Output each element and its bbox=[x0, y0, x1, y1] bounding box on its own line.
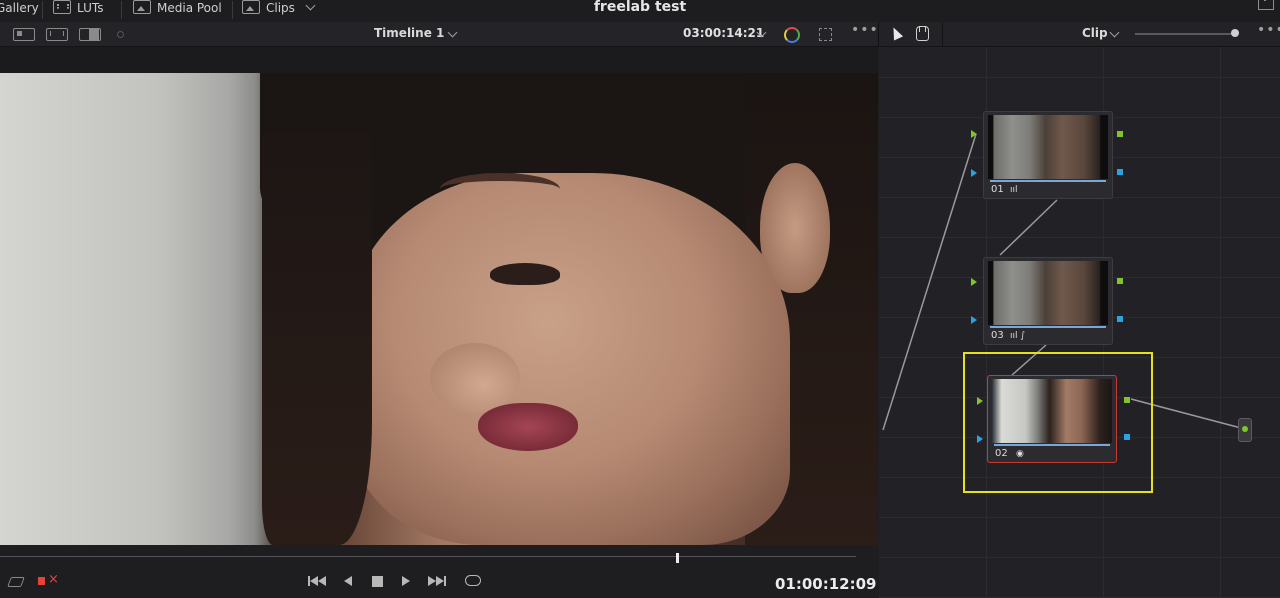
node-tools-icon: ◉ bbox=[1016, 449, 1024, 459]
node-mode-select[interactable]: Clip bbox=[1082, 26, 1108, 40]
rgb-input-port[interactable] bbox=[971, 278, 977, 286]
transport-controls bbox=[0, 566, 878, 598]
image-region bbox=[478, 403, 578, 451]
source-timecode: 03:00:14:21 bbox=[683, 26, 765, 40]
top-toolbar: Gallery LUTs Media Pool Clips freelab te… bbox=[0, 0, 1280, 23]
node-divider bbox=[990, 326, 1106, 328]
split-view-icon[interactable] bbox=[13, 28, 35, 41]
rgb-input-port[interactable] bbox=[971, 130, 977, 138]
rgb-output-port[interactable] bbox=[1124, 397, 1130, 403]
layers-icon[interactable] bbox=[7, 577, 25, 587]
play-reverse-icon[interactable] bbox=[344, 576, 352, 586]
node-03[interactable]: 03 ııl ∫ bbox=[983, 257, 1113, 345]
node-label: 01 bbox=[991, 184, 1004, 195]
stop-icon[interactable] bbox=[372, 576, 383, 587]
node-divider bbox=[990, 180, 1106, 182]
node-editor-header: Clip ••• bbox=[878, 22, 1280, 47]
alpha-input-port[interactable] bbox=[977, 435, 983, 443]
scrubber-playhead[interactable] bbox=[676, 553, 679, 563]
node-01[interactable]: 01 ııl bbox=[983, 111, 1113, 199]
rgb-input-port[interactable] bbox=[977, 397, 983, 405]
hand-tool-icon[interactable] bbox=[916, 26, 929, 41]
alpha-output-port[interactable] bbox=[1117, 169, 1123, 175]
node-02[interactable]: 02 ◉ bbox=[987, 375, 1117, 463]
zoom-slider[interactable] bbox=[1135, 33, 1237, 35]
alpha-input-port[interactable] bbox=[971, 316, 977, 324]
node-thumbnail bbox=[992, 379, 1112, 443]
alpha-output-port[interactable] bbox=[1124, 434, 1130, 440]
header-divider bbox=[942, 22, 943, 46]
timeline-name[interactable]: Timeline 1 bbox=[374, 26, 444, 40]
split-wipe-icon[interactable] bbox=[79, 28, 101, 41]
jump-end-icon[interactable] bbox=[428, 576, 446, 586]
viewer-frame-image[interactable] bbox=[0, 73, 878, 545]
scrubber-track[interactable] bbox=[0, 556, 856, 557]
zoom-slider-handle[interactable] bbox=[1231, 29, 1239, 37]
node-tree-output[interactable] bbox=[1238, 418, 1252, 442]
play-icon[interactable] bbox=[402, 576, 410, 586]
more-options-icon[interactable]: ••• bbox=[1257, 23, 1280, 37]
rgb-output-port[interactable] bbox=[1117, 278, 1123, 284]
more-options-icon[interactable]: ••• bbox=[851, 23, 879, 37]
status-dot-icon bbox=[117, 31, 124, 38]
image-region bbox=[440, 173, 560, 205]
fullscreen-icon[interactable] bbox=[819, 28, 832, 41]
image-region bbox=[350, 173, 790, 545]
image-region bbox=[760, 163, 830, 293]
record-timecode: 01:00:12:09 bbox=[775, 575, 877, 593]
jump-start-icon[interactable] bbox=[308, 576, 326, 586]
highlight-icon[interactable] bbox=[784, 27, 800, 43]
node-tools-icon: ııl bbox=[1010, 185, 1018, 195]
image-region bbox=[262, 133, 372, 545]
node-thumbnail bbox=[988, 115, 1108, 179]
project-title: freelab test bbox=[593, 0, 687, 15]
node-label: 03 bbox=[991, 330, 1004, 341]
share-icon[interactable] bbox=[1258, 0, 1274, 10]
chevron-down-icon[interactable] bbox=[1109, 27, 1120, 38]
mute-icon[interactable] bbox=[38, 571, 59, 589]
loop-icon[interactable] bbox=[465, 575, 481, 586]
image-region bbox=[430, 343, 520, 413]
node-tools-icon: ııl ∫ bbox=[1010, 331, 1026, 341]
viewer-header: Timeline 1 03:00:14:21 ••• bbox=[0, 22, 878, 47]
alpha-input-port[interactable] bbox=[971, 169, 977, 177]
node-thumbnail bbox=[988, 261, 1108, 325]
image-region bbox=[490, 263, 560, 285]
rgb-output-port[interactable] bbox=[1117, 131, 1123, 137]
pointer-tool-icon[interactable] bbox=[888, 25, 904, 41]
chevron-down-icon[interactable] bbox=[447, 27, 458, 38]
viewer bbox=[0, 47, 878, 545]
alpha-output-port[interactable] bbox=[1117, 316, 1123, 322]
node-divider bbox=[994, 444, 1110, 446]
gallery-grid-icon[interactable] bbox=[46, 28, 68, 41]
node-label: 02 bbox=[995, 448, 1008, 459]
